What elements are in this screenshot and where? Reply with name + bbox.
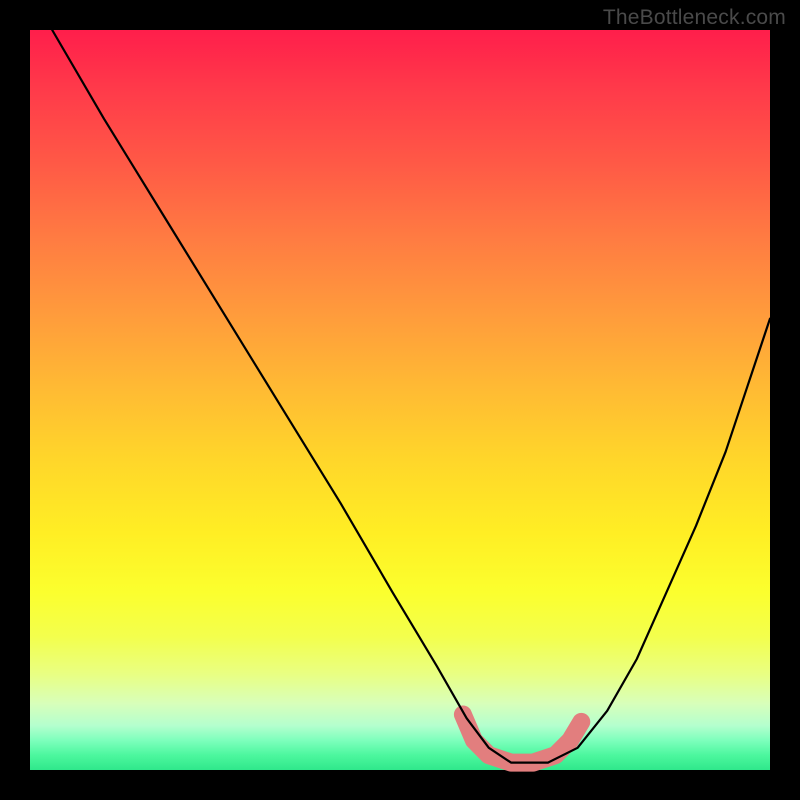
bottleneck-curve bbox=[52, 30, 770, 763]
chart-frame: TheBottleneck.com bbox=[0, 0, 800, 800]
watermark-text: TheBottleneck.com bbox=[603, 6, 786, 30]
chart-plot-area bbox=[30, 30, 770, 770]
chart-svg bbox=[30, 30, 770, 770]
